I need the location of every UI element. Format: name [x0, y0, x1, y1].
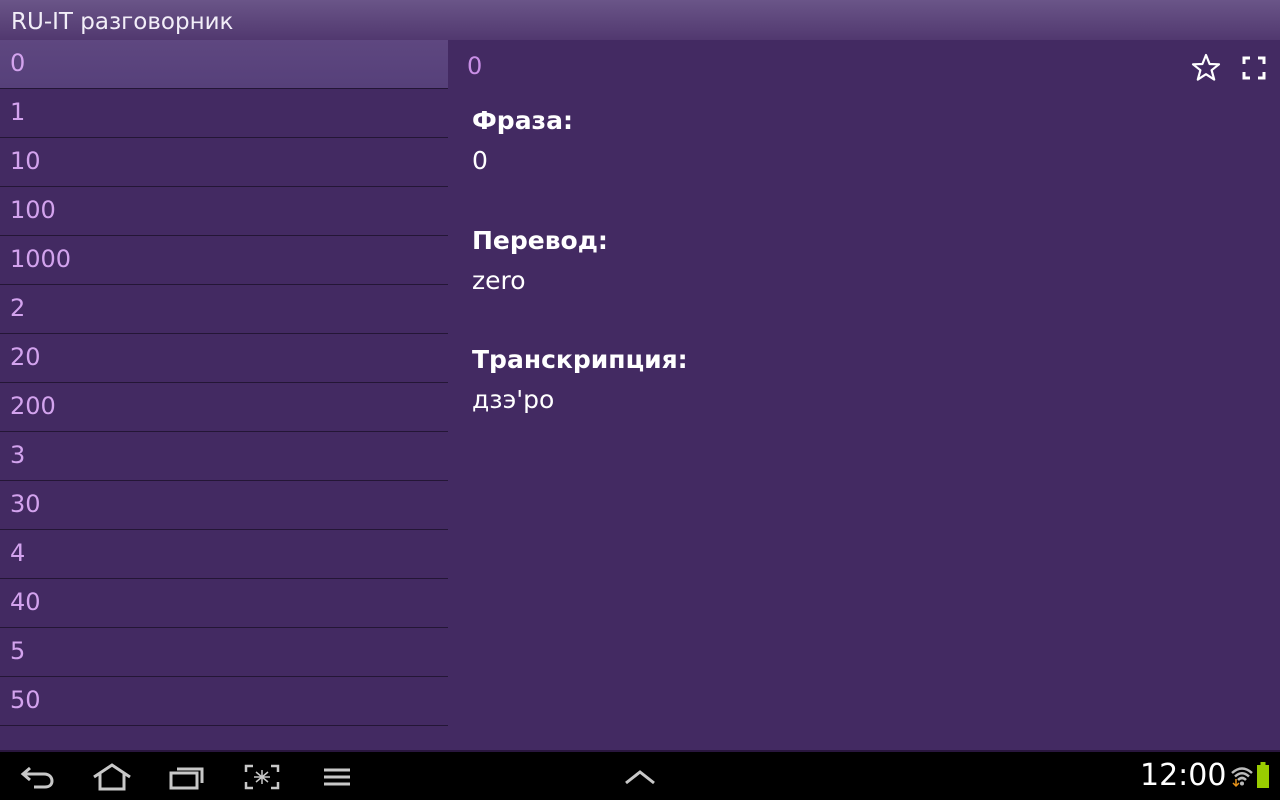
transcription-value: дзэ'ро: [472, 385, 555, 414]
screenshot-button[interactable]: [240, 760, 284, 794]
recent-apps-icon: [169, 767, 204, 790]
list-item[interactable]: 50: [0, 677, 448, 726]
expand-button[interactable]: [618, 760, 662, 794]
app-screen: RU-IT разговорник 0 1 10 100 1000 2 20 200 3 30 4 4…: [0, 0, 1280, 800]
status-clock: 12:00: [1140, 758, 1227, 793]
list-item[interactable]: 4: [0, 530, 448, 579]
star-outline-icon: [1191, 53, 1221, 81]
list-item[interactable]: 20: [0, 334, 448, 383]
list-item[interactable]: 40: [0, 579, 448, 628]
phrase-value: 0: [472, 146, 488, 175]
favorite-button[interactable]: [1188, 52, 1224, 84]
list-item[interactable]: 2: [0, 285, 448, 334]
app-title: RU-IT разговорник: [11, 9, 234, 35]
detail-header: 0: [467, 52, 483, 80]
recent-apps-button[interactable]: [165, 760, 209, 794]
phrase-label: Фраза:: [472, 106, 573, 135]
screenshot-icon: [244, 764, 280, 790]
detail-pane: 0 Фраза: 0 Перевод: zero Транскрипция: д…: [448, 40, 1280, 750]
list-item[interactable]: 200: [0, 383, 448, 432]
home-button[interactable]: [90, 760, 134, 794]
phrase-list[interactable]: 0 1 10 100 1000 2 20 200 3 30 4 40 5 50: [0, 40, 448, 750]
system-nav-bar: 12:00: [0, 752, 1280, 800]
list-item[interactable]: 100: [0, 187, 448, 236]
fullscreen-icon: [1242, 56, 1266, 80]
menu-button[interactable]: [315, 760, 359, 794]
menu-icon: [324, 768, 350, 786]
battery-icon: [1257, 762, 1269, 788]
fullscreen-button[interactable]: [1236, 52, 1272, 84]
list-item[interactable]: 10: [0, 138, 448, 187]
transcription-label: Транскрипция:: [472, 345, 688, 374]
list-item[interactable]: 5: [0, 628, 448, 677]
back-button[interactable]: [16, 760, 60, 794]
list-item[interactable]: 0: [0, 40, 448, 89]
translation-value: zero: [472, 266, 526, 295]
wifi-icon: [1231, 767, 1253, 788]
translation-label: Перевод:: [472, 226, 608, 255]
home-icon: [93, 763, 131, 791]
chevron-up-icon: [625, 770, 655, 785]
list-item[interactable]: 3: [0, 432, 448, 481]
app-title-bar: RU-IT разговорник: [0, 0, 1280, 40]
back-icon: [20, 766, 54, 789]
list-item[interactable]: 1000: [0, 236, 448, 285]
list-item[interactable]: 1: [0, 89, 448, 138]
list-item[interactable]: 30: [0, 481, 448, 530]
